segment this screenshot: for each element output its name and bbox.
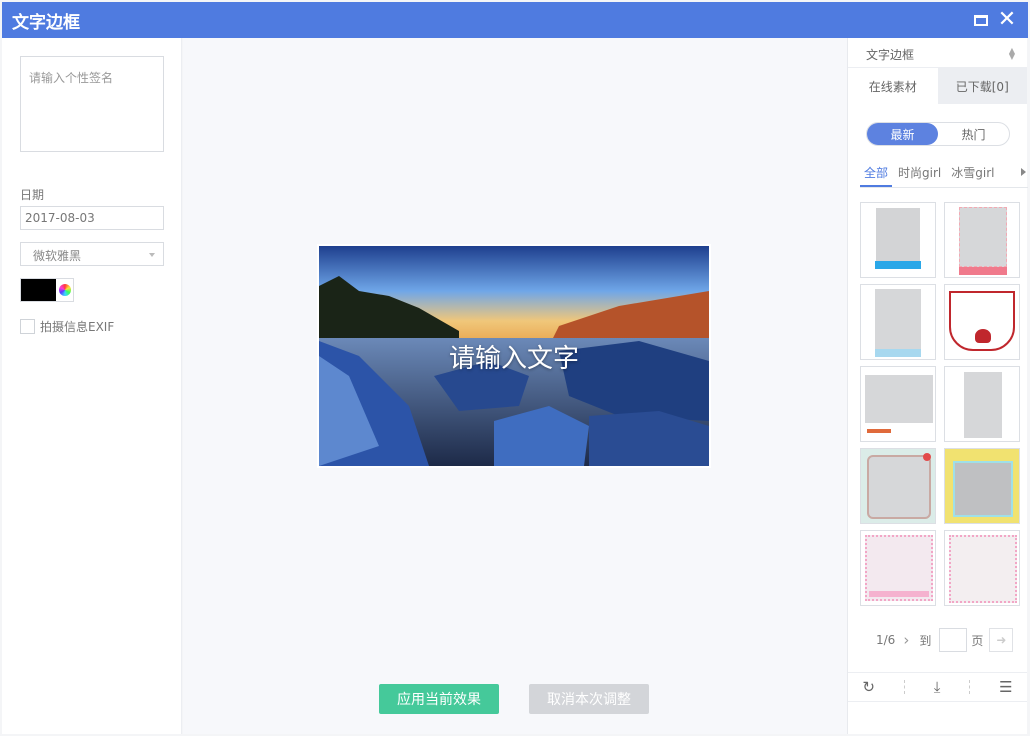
frame-thumbnail[interactable] (944, 448, 1020, 524)
preview-area: 请输入文字 应用当前效果 取消本次调整 (183, 38, 847, 734)
updown-icon: ▲ ▼ (1008, 46, 1015, 61)
material-panel: 文字边框 ▲ ▼ 在线素材 已下载[0] 最新 热门 全部 时尚girl 冰雪gi… (847, 38, 1028, 734)
sort-latest[interactable]: 最新 (867, 123, 938, 145)
font-select-value: 微软雅黑 (33, 249, 82, 263)
preview-image[interactable]: 请输入文字 (317, 244, 711, 468)
apply-button[interactable]: 应用当前效果 (379, 684, 499, 714)
divider (903, 680, 905, 694)
color-swatch[interactable] (21, 279, 56, 301)
stack-icon[interactable]: ☰ (999, 678, 1012, 696)
goto-label: 到 (919, 633, 932, 648)
category-tab-all[interactable]: 全部 (860, 160, 893, 187)
frame-thumbnail[interactable] (944, 530, 1020, 606)
overlay-text[interactable]: 请输入文字 (319, 338, 709, 375)
date-label: 日期 (20, 188, 45, 202)
source-tabs: 在线素材 已下载[0] (848, 68, 1027, 104)
frame-thumbnail[interactable] (860, 284, 936, 360)
frame-thumbnail[interactable] (860, 448, 936, 524)
category-tab-ice-girl[interactable]: 冰雪girl (947, 160, 998, 187)
chevron-down-icon (149, 253, 155, 257)
download-icon[interactable]: ⤓ (934, 678, 941, 696)
chevron-right-icon[interactable] (1021, 168, 1026, 176)
tab-online[interactable]: 在线素材 (848, 68, 938, 104)
title-bar: 文字边框 ✕ (2, 2, 1028, 38)
font-select[interactable]: 微软雅黑 (20, 242, 164, 266)
tab-downloaded[interactable]: 已下载[0] (937, 68, 1027, 104)
category-select-value: 文字边框 (866, 48, 915, 62)
signature-input[interactable]: 请输入个性签名 (20, 56, 164, 152)
frame-thumbnail[interactable] (944, 284, 1020, 360)
frame-thumbnail[interactable] (860, 202, 936, 278)
color-picker[interactable] (20, 278, 74, 302)
frame-thumbnail[interactable] (944, 366, 1020, 442)
pagination: 1/6 › 到 页 ➜ (876, 628, 1014, 652)
page-number-input[interactable] (939, 628, 968, 652)
frame-thumbnail[interactable] (860, 366, 936, 442)
frame-thumbnail[interactable] (944, 202, 1020, 278)
divider (969, 680, 971, 694)
panel-toolbar: ↻ ⤓ ☰ (848, 672, 1027, 702)
category-tab-fashion-girl[interactable]: 时尚girl (894, 160, 945, 187)
category-tabs: 全部 时尚girl 冰雪girl (860, 160, 1028, 188)
next-page-icon[interactable]: › (903, 631, 909, 649)
date-input[interactable]: 2017-08-03 (20, 206, 164, 230)
maximize-icon[interactable] (968, 2, 994, 38)
exif-label: 拍摄信息EXIF (40, 320, 115, 334)
cancel-button[interactable]: 取消本次调整 (529, 684, 649, 714)
page-info: 1/6 (876, 633, 896, 647)
refresh-icon[interactable]: ↻ (862, 678, 875, 696)
close-icon[interactable]: ✕ (994, 2, 1020, 38)
page-suffix: 页 (971, 633, 984, 648)
go-arrow-icon[interactable]: ➜ (989, 628, 1014, 652)
sort-toggle: 最新 热门 (866, 122, 1010, 146)
left-panel: 请输入个性签名 日期 2017-08-03 微软雅黑 拍摄信息EXIF (2, 38, 182, 734)
color-wheel-icon[interactable] (56, 279, 73, 301)
category-select[interactable]: 文字边框 ▲ ▼ (848, 38, 1027, 68)
exif-option[interactable]: 拍摄信息EXIF (20, 318, 114, 335)
sort-hot[interactable]: 热门 (938, 123, 1009, 145)
window-title: 文字边框 (12, 12, 80, 33)
exif-checkbox[interactable] (20, 319, 35, 334)
frame-thumbnail[interactable] (860, 530, 936, 606)
